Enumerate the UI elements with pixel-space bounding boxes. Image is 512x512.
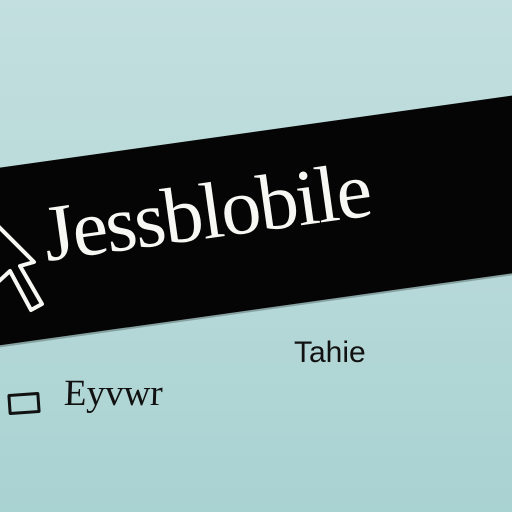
secondary-label: Tahie (294, 336, 366, 369)
checkbox-label: Eyvwr (63, 373, 164, 414)
cursor-arrow-icon (0, 225, 44, 312)
checkbox[interactable] (7, 391, 41, 416)
title-banner: Jessblobile (0, 93, 512, 351)
banner-title: Jessblobile (37, 145, 376, 279)
